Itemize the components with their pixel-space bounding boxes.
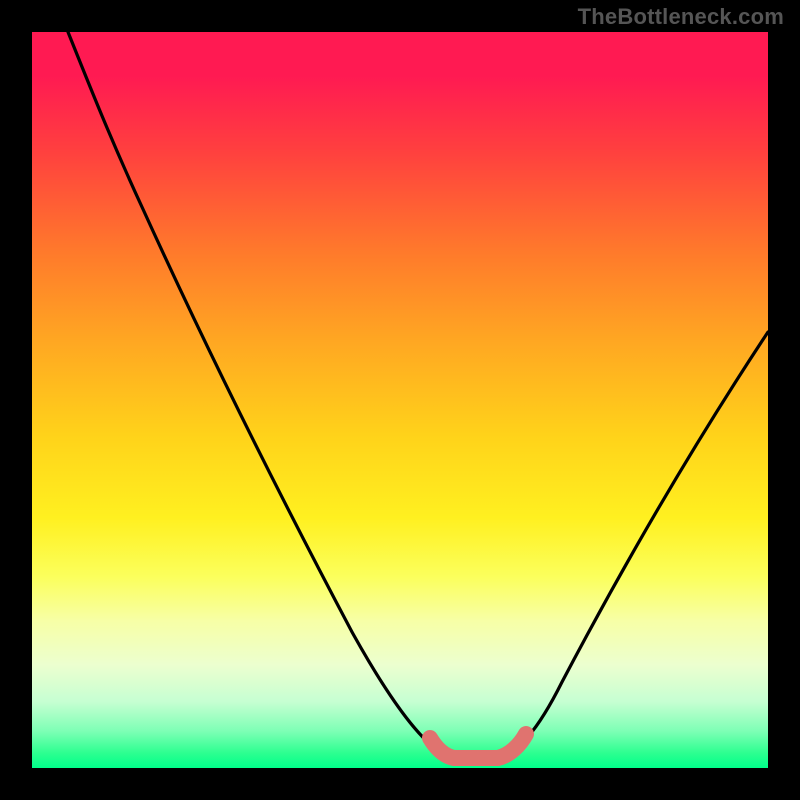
plot-area xyxy=(32,32,768,768)
chart-frame: TheBottleneck.com xyxy=(0,0,800,800)
chart-svg xyxy=(32,32,768,768)
bottleneck-curve-path xyxy=(68,32,768,758)
valley-marker xyxy=(430,734,526,758)
watermark-text: TheBottleneck.com xyxy=(578,4,784,30)
